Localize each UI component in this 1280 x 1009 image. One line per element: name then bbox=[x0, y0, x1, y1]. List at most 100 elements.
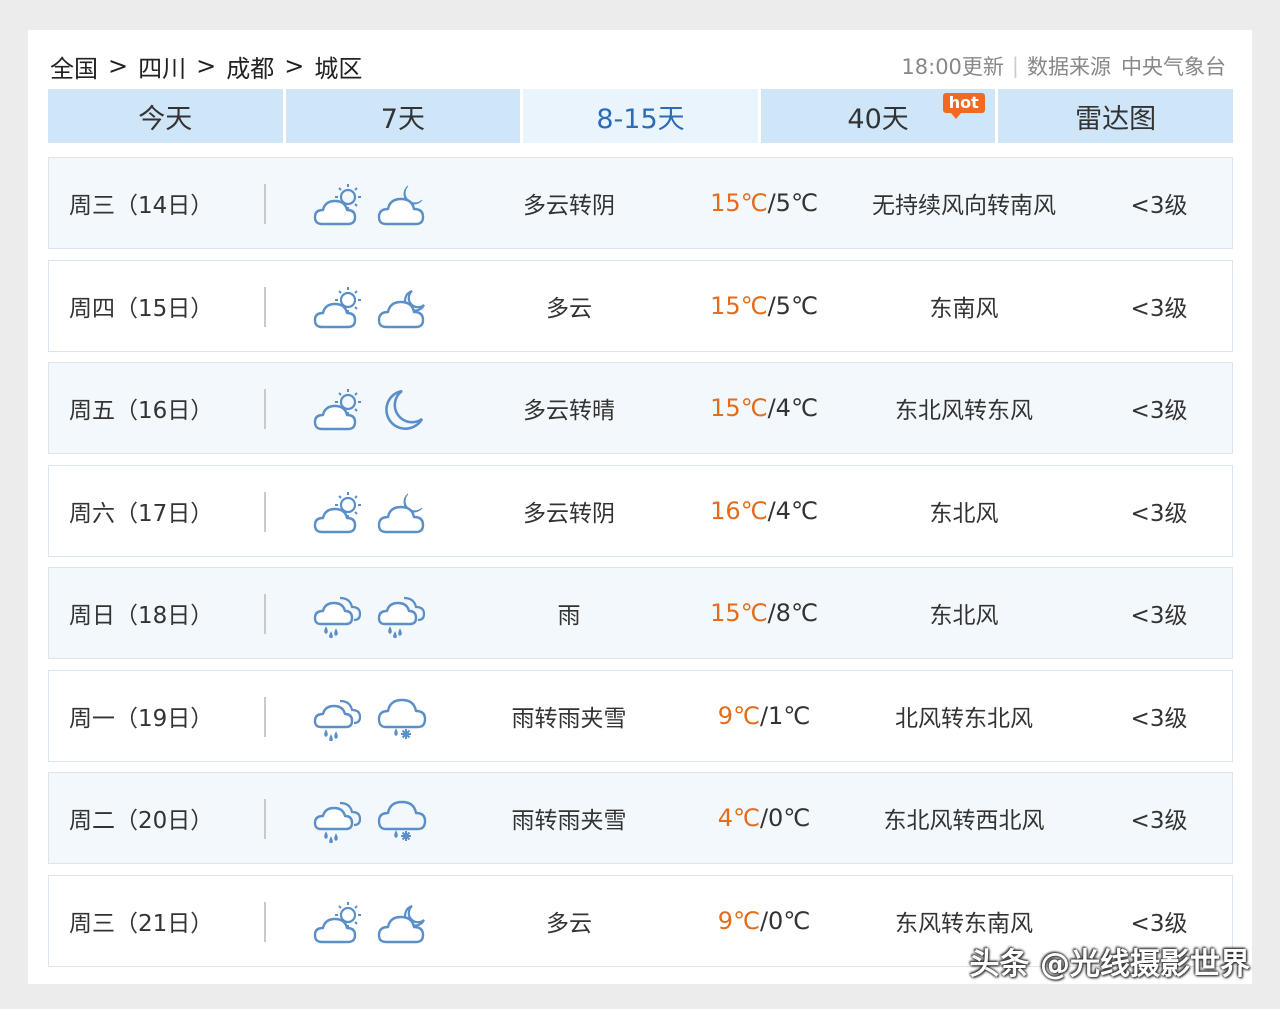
low-temp: /0℃ bbox=[759, 804, 811, 832]
wind-direction: 东南风 bbox=[929, 295, 999, 322]
weather-description: 多云转晴 bbox=[523, 398, 615, 424]
weather-icons bbox=[312, 490, 428, 536]
meta-divider: | bbox=[1011, 54, 1019, 78]
partly-cloudy-day-icon bbox=[313, 286, 361, 328]
wind-direction: 北风转东北风 bbox=[895, 705, 1033, 732]
high-temp: 15℃ bbox=[710, 189, 768, 217]
low-temp: /8℃ bbox=[767, 599, 818, 627]
sleet-icon bbox=[377, 800, 427, 841]
weather-description: 多云转阴 bbox=[523, 193, 615, 219]
wind-direction: 东北风 bbox=[929, 603, 999, 629]
weather-icons bbox=[312, 592, 428, 638]
weather-icons bbox=[312, 900, 428, 946]
low-temp: /4℃ bbox=[767, 496, 818, 525]
tab-today[interactable]: 今天 bbox=[48, 89, 283, 143]
high-temp: 15℃ bbox=[710, 291, 768, 320]
tab-40-days[interactable]: 40天 hot bbox=[760, 89, 996, 143]
partly-cloudy-day-icon bbox=[313, 389, 361, 431]
low-temp: /0℃ bbox=[759, 906, 811, 935]
weather-description: 雨 bbox=[557, 603, 581, 629]
weather-icons bbox=[312, 182, 428, 228]
cloudy-night-icon bbox=[377, 185, 425, 226]
rain-icon bbox=[377, 596, 426, 638]
row-divider bbox=[264, 901, 266, 942]
day-label: 周四（15日） bbox=[69, 295, 214, 322]
low-temp: /4℃ bbox=[767, 394, 818, 422]
wind-level: <3级 bbox=[1130, 808, 1188, 834]
rain-icon bbox=[313, 699, 362, 741]
temperature-range: 9℃/0℃ bbox=[674, 907, 854, 935]
breadcrumb-sichuan[interactable]: 四川 bbox=[138, 49, 186, 84]
forecast-row: 周二（20日） 雨转雨夹雪 4℃/0℃ 东北风转西北风 <3级 bbox=[48, 772, 1233, 864]
partly-cloudy-day-icon bbox=[313, 901, 361, 943]
forecast-row: 周六（17日） 多云转阴 16℃/4℃ 东北风 <3级 bbox=[48, 464, 1233, 557]
breadcrumb: 全国 > 四川 > 成都 > 城区 bbox=[50, 49, 362, 84]
source-label: 数据来源 bbox=[1027, 55, 1111, 79]
breadcrumb-separator: > bbox=[196, 52, 217, 80]
weather-icons bbox=[312, 695, 428, 741]
partly-cloudy-day-icon bbox=[313, 491, 361, 533]
clear-night-icon bbox=[385, 389, 424, 430]
partly-cloudy-day-icon bbox=[313, 184, 361, 226]
day-label: 周三（21日） bbox=[69, 910, 214, 937]
tab-8-15-days[interactable]: 8-15天 bbox=[523, 89, 758, 143]
tab-7-days[interactable]: 7天 bbox=[285, 89, 521, 143]
day-label: 周日（18日） bbox=[69, 603, 214, 629]
weather-icons bbox=[312, 285, 428, 331]
high-temp: 15℃ bbox=[710, 394, 768, 422]
update-time: 18:00更新 bbox=[901, 55, 1004, 79]
temperature-range: 15℃/8℃ bbox=[674, 599, 854, 627]
watermark: 头条 @光线摄影世界 bbox=[969, 947, 1250, 982]
source-name: 中央气象台 bbox=[1121, 55, 1226, 79]
tab-label: 7天 bbox=[380, 103, 425, 135]
weather-icons bbox=[312, 387, 428, 433]
high-temp: 16℃ bbox=[710, 496, 768, 525]
temperature-range: 15℃/5℃ bbox=[674, 292, 854, 320]
sleet-icon bbox=[377, 698, 427, 739]
rain-icon bbox=[313, 801, 362, 843]
breadcrumb-separator: > bbox=[284, 52, 305, 80]
day-label: 周三（14日） bbox=[69, 193, 214, 219]
weather-description: 多云 bbox=[546, 910, 592, 937]
tab-label: 今天 bbox=[138, 103, 193, 135]
wind-level: <3级 bbox=[1130, 193, 1188, 219]
temperature-range: 15℃/4℃ bbox=[674, 394, 854, 422]
forecast-row: 周四（15日） 多云 15℃/5℃ 东南风 <3级 bbox=[48, 259, 1233, 352]
low-temp: /5℃ bbox=[767, 189, 818, 217]
wind-level: <3级 bbox=[1130, 603, 1188, 629]
wind-level: <3级 bbox=[1130, 910, 1188, 937]
wind-level: <3级 bbox=[1130, 705, 1188, 732]
weather-description: 多云 bbox=[546, 295, 592, 322]
wind-direction: 无持续风向转南风 bbox=[872, 193, 1056, 219]
high-temp: 9℃ bbox=[717, 701, 760, 730]
day-label: 周一（19日） bbox=[69, 705, 214, 732]
low-temp: /1℃ bbox=[759, 701, 811, 730]
day-label: 周五（16日） bbox=[69, 398, 214, 424]
hot-badge: hot bbox=[942, 93, 985, 119]
high-temp: 4℃ bbox=[717, 804, 760, 832]
wind-level: <3级 bbox=[1130, 295, 1188, 322]
high-temp: 15℃ bbox=[710, 599, 768, 627]
forecast-row: 周三（14日） 多云转阴 15℃/5℃ 无持续风向转南风 <3级 bbox=[48, 157, 1233, 249]
row-divider bbox=[264, 286, 266, 327]
weather-icons bbox=[312, 797, 428, 843]
temperature-range: 15℃/5℃ bbox=[674, 189, 854, 217]
row-divider bbox=[264, 696, 266, 737]
breadcrumb-chengdu[interactable]: 成都 bbox=[226, 49, 274, 84]
temperature-range: 4℃/0℃ bbox=[674, 804, 854, 832]
tab-label: 40天 bbox=[847, 103, 909, 135]
low-temp: /5℃ bbox=[767, 291, 818, 320]
wind-direction: 东北风转东风 bbox=[895, 398, 1033, 424]
weather-description: 多云转阴 bbox=[523, 500, 615, 527]
row-divider bbox=[264, 389, 266, 429]
wind-direction: 东风转东南风 bbox=[895, 910, 1033, 937]
row-divider bbox=[264, 491, 266, 532]
forecast-tabs: 今天 7天 8-15天 40天 hot 雷达图 bbox=[48, 89, 1233, 143]
tab-radar[interactable]: 雷达图 bbox=[998, 89, 1233, 143]
row-divider bbox=[264, 184, 266, 224]
forecast-panel: 全国 > 四川 > 成都 > 城区 18:00更新 | 数据来源 中央气象台 今… bbox=[28, 30, 1252, 984]
day-label: 周六（17日） bbox=[69, 500, 214, 527]
wind-level: <3级 bbox=[1130, 398, 1188, 424]
breadcrumb-national[interactable]: 全国 bbox=[50, 49, 98, 84]
weather-description: 雨转雨夹雪 bbox=[511, 808, 627, 834]
